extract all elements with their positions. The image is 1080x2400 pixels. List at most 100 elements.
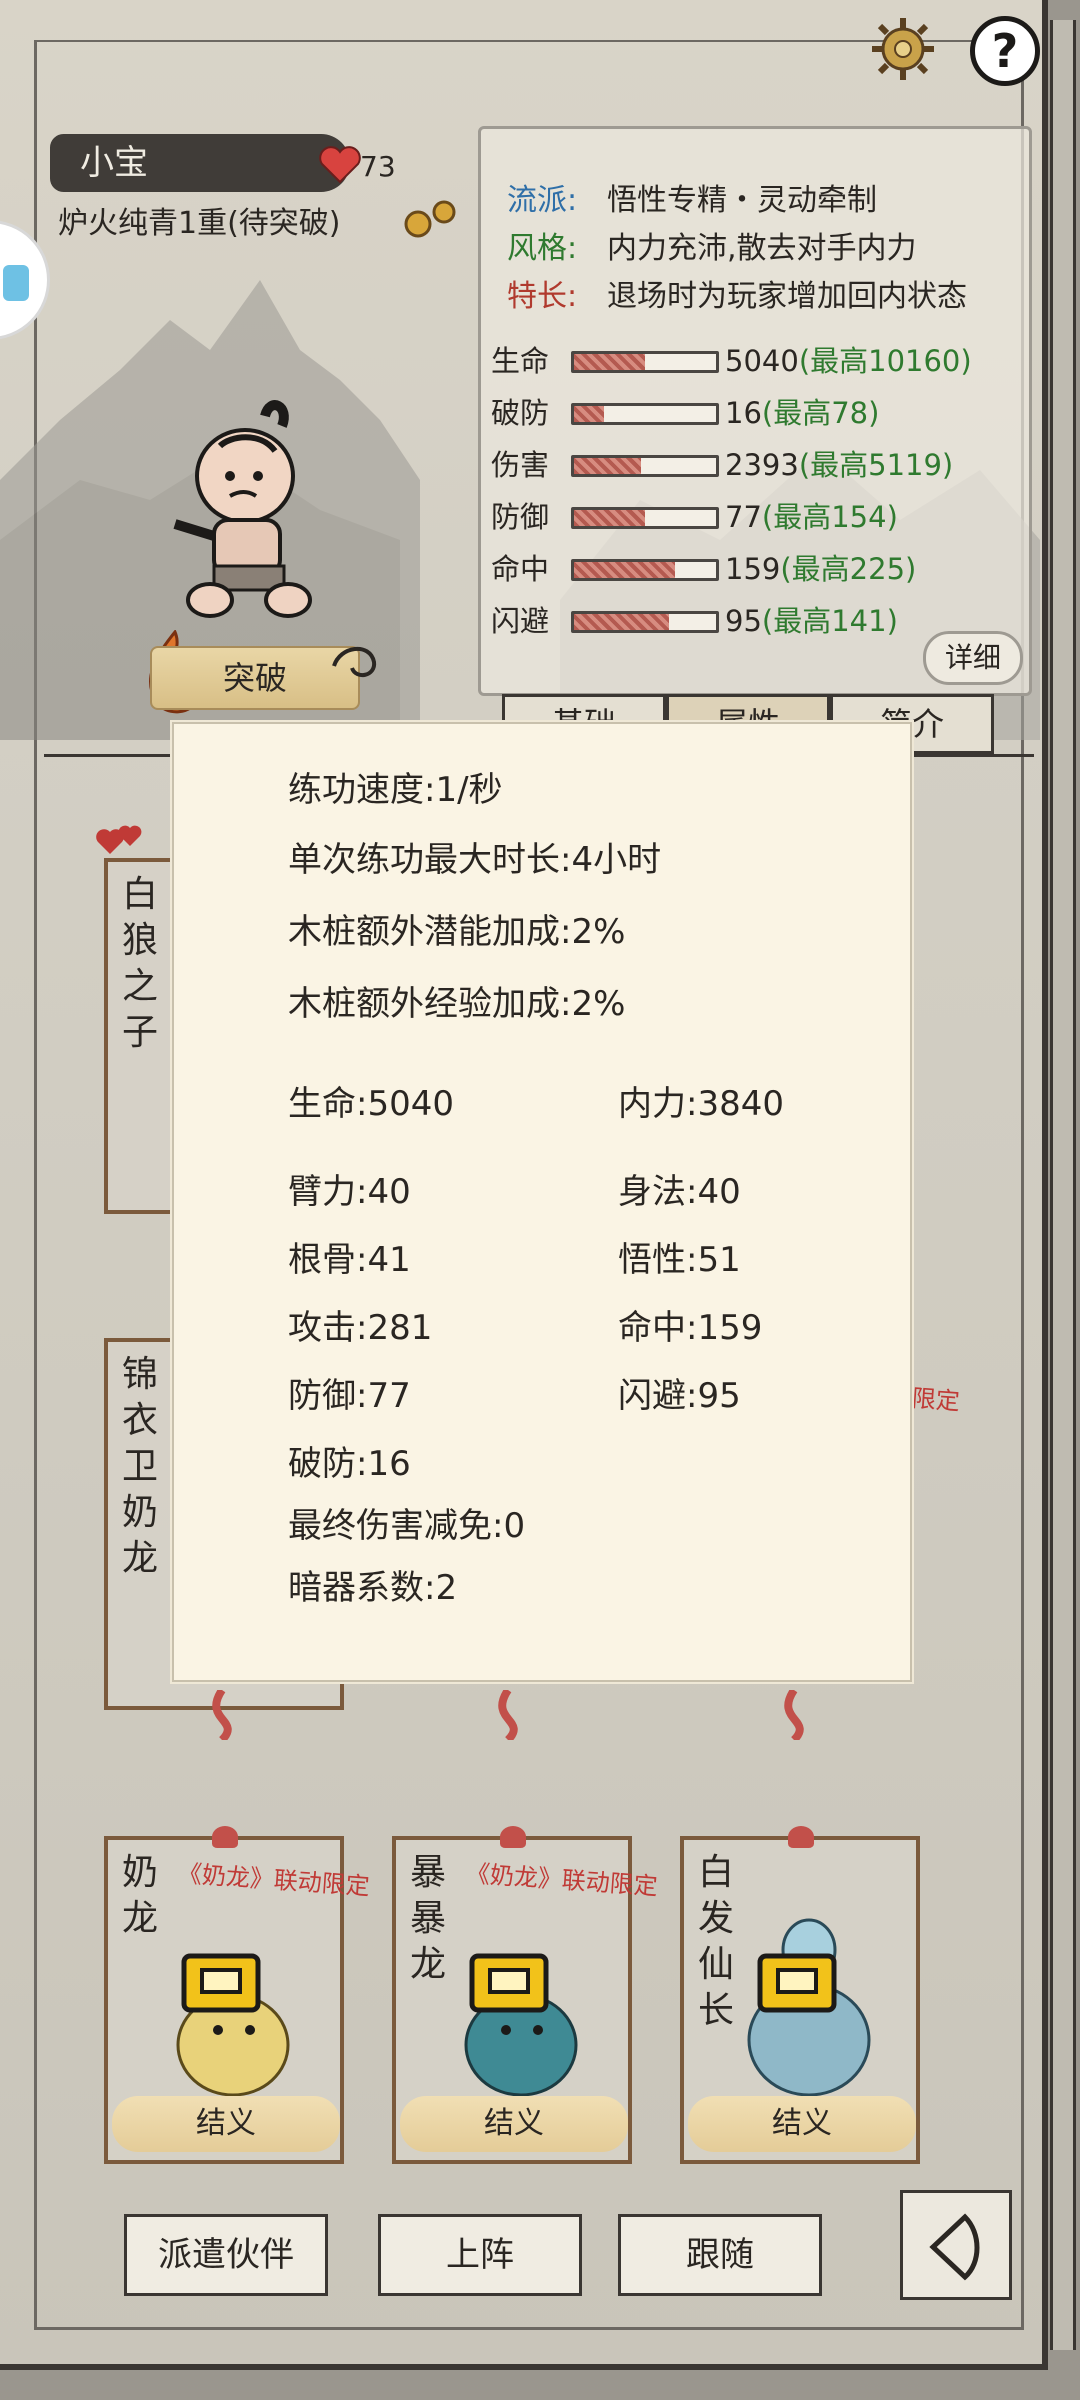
deploy-button[interactable]: 上阵 — [378, 2214, 582, 2296]
stat-value: 16(最高78) — [725, 393, 879, 433]
stat-label: 生命 — [491, 344, 550, 378]
training-speed: 练功速度:1/秒 — [288, 770, 503, 810]
exp-bonus: 木桩额外经验加成:2% — [288, 984, 626, 1024]
attr-left: 破防:16 — [288, 1444, 411, 1484]
trait-key: 特长: — [507, 279, 578, 314]
limited-tag: 《奶龙》联动限定 — [465, 1859, 659, 1901]
companion-name: 奶龙 — [122, 1852, 159, 1939]
stat-current: 16 — [725, 396, 762, 430]
stat-bar-fill — [574, 614, 670, 630]
ribbon-icon — [212, 1690, 232, 1740]
hero-name: 小宝 — [50, 134, 350, 192]
stat-current: 5040 — [725, 344, 799, 378]
stat-label: 伤害 — [491, 448, 550, 482]
stat-row: 生命 5040(最高10160) — [491, 341, 1027, 381]
card-hook — [788, 1826, 814, 1848]
stat-current: 2393 — [725, 448, 799, 482]
companion-card[interactable]: 暴暴龙 《奶龙》联动限定 结义 — [392, 1826, 659, 2164]
stat-bar — [571, 403, 719, 425]
trait-specialty: 特长: 退场时为玩家增加回内状态 — [507, 271, 967, 315]
max-training-duration: 单次练功最大时长:4小时 — [288, 840, 662, 880]
back-arrow-icon — [929, 2213, 980, 2281]
lock-icon — [181, 1953, 261, 2013]
heart-icon — [319, 146, 361, 184]
stat-value: 159(最高225) — [725, 549, 916, 589]
stat-bar — [571, 611, 719, 633]
attr-left: 臂力:40 — [288, 1172, 411, 1212]
stat-value: 95(最高141) — [725, 601, 898, 641]
detail-button[interactable]: 详细 — [923, 631, 1023, 685]
trait-style: 风格: 内力充沛,散去对手内力 — [507, 223, 917, 267]
stat-label: 命中 — [491, 552, 550, 586]
attr-left: 最终伤害减免:0 — [288, 1506, 526, 1546]
attr-right: 内力:3840 — [618, 1084, 784, 1124]
stat-bar-fill — [574, 510, 645, 526]
stat-bar — [571, 507, 719, 529]
stat-bar — [571, 351, 719, 373]
page-edge — [1050, 20, 1076, 2350]
ribbon-icon — [498, 1690, 518, 1740]
stat-row: 防御 77(最高154) — [491, 497, 1027, 537]
stat-current: 77 — [725, 500, 762, 534]
companion-name: 锦衣卫奶龙 — [122, 1354, 159, 1579]
dispatch-button[interactable]: 派遣伙伴 — [124, 2214, 328, 2296]
sworn-button[interactable]: 结义 — [112, 2096, 340, 2152]
trait-value: 退场时为玩家增加回内状态 — [607, 279, 967, 314]
attr-left: 根骨:41 — [288, 1240, 411, 1280]
attr-left: 暗器系数:2 — [288, 1568, 458, 1608]
stat-bar — [571, 455, 719, 477]
stat-value: 2393(最高5119) — [725, 445, 953, 485]
attr-right: 身法:40 — [618, 1172, 741, 1212]
stat-label: 防御 — [491, 500, 550, 534]
stat-bar-fill — [574, 562, 675, 578]
stat-row: 命中 159(最高225) — [491, 549, 1027, 589]
hero-hp: 73 — [360, 150, 396, 183]
attr-left: 防御:77 — [288, 1376, 411, 1416]
companion-name: 暴暴龙 — [410, 1852, 447, 1985]
stat-max: (最高141) — [761, 604, 898, 638]
hearts-icon — [96, 825, 142, 854]
potential-bonus: 木桩额外潜能加成:2% — [288, 912, 626, 952]
trait-key: 风格: — [507, 231, 578, 266]
trait-key: 流派: — [507, 183, 578, 218]
stat-bar-fill — [574, 406, 604, 422]
sworn-button[interactable]: 结义 — [400, 2096, 628, 2152]
limited-tag: 限定 — [910, 1384, 961, 1416]
back-button[interactable] — [900, 2190, 1012, 2300]
stat-bar — [571, 559, 719, 581]
ribbon-icon — [784, 1690, 804, 1740]
trait-value: 内力充沛,散去对手内力 — [607, 231, 917, 266]
attr-right: 命中:159 — [618, 1308, 763, 1348]
follow-button[interactable]: 跟随 — [618, 2214, 822, 2296]
help-icon[interactable]: ? — [970, 16, 1040, 86]
companion-card[interactable]: 奶龙 《奶龙》联动限定 结义 — [104, 1826, 371, 2164]
attr-left: 生命:5040 — [288, 1084, 454, 1124]
stat-row: 伤害 2393(最高5119) — [491, 445, 1027, 485]
stat-label: 破防 — [491, 396, 550, 430]
stats-panel: 流派: 悟性专精・灵动牵制 风格: 内力充沛,散去对手内力 特长: 退场时为玩家增加回… — [478, 126, 1032, 696]
settings-gear-icon[interactable] — [868, 14, 938, 84]
stat-max: (最高225) — [780, 552, 917, 586]
stat-max: (最高78) — [761, 396, 880, 430]
attr-left: 攻击:281 — [288, 1308, 433, 1348]
lock-icon — [757, 1953, 837, 2013]
stat-max: (最高5119) — [798, 448, 954, 482]
companion-name: 白狼之子 — [122, 874, 159, 1053]
stat-current: 159 — [725, 552, 781, 586]
stat-max: (最高154) — [761, 500, 898, 534]
swirl-icon — [332, 646, 377, 678]
small-gears-icon — [404, 200, 456, 238]
breakthrough-button[interactable]: 突破 — [150, 646, 360, 710]
stat-current: 95 — [725, 604, 762, 638]
stat-bar-fill — [574, 354, 645, 370]
hero-portrait — [173, 400, 312, 618]
companion-card[interactable]: 白发仙长 结义 — [680, 1826, 920, 2164]
stat-row: 破防 16(最高78) — [491, 393, 1027, 433]
limited-tag: 《奶龙》联动限定 — [177, 1859, 371, 1901]
trait-value: 悟性专精・灵动牵制 — [607, 183, 877, 218]
stat-value: 5040(最高10160) — [725, 341, 972, 381]
attr-right: 悟性:51 — [618, 1240, 741, 1280]
attr-right: 闪避:95 — [618, 1376, 741, 1416]
sworn-button[interactable]: 结义 — [688, 2096, 916, 2152]
companion-name: 白发仙长 — [698, 1852, 735, 2031]
